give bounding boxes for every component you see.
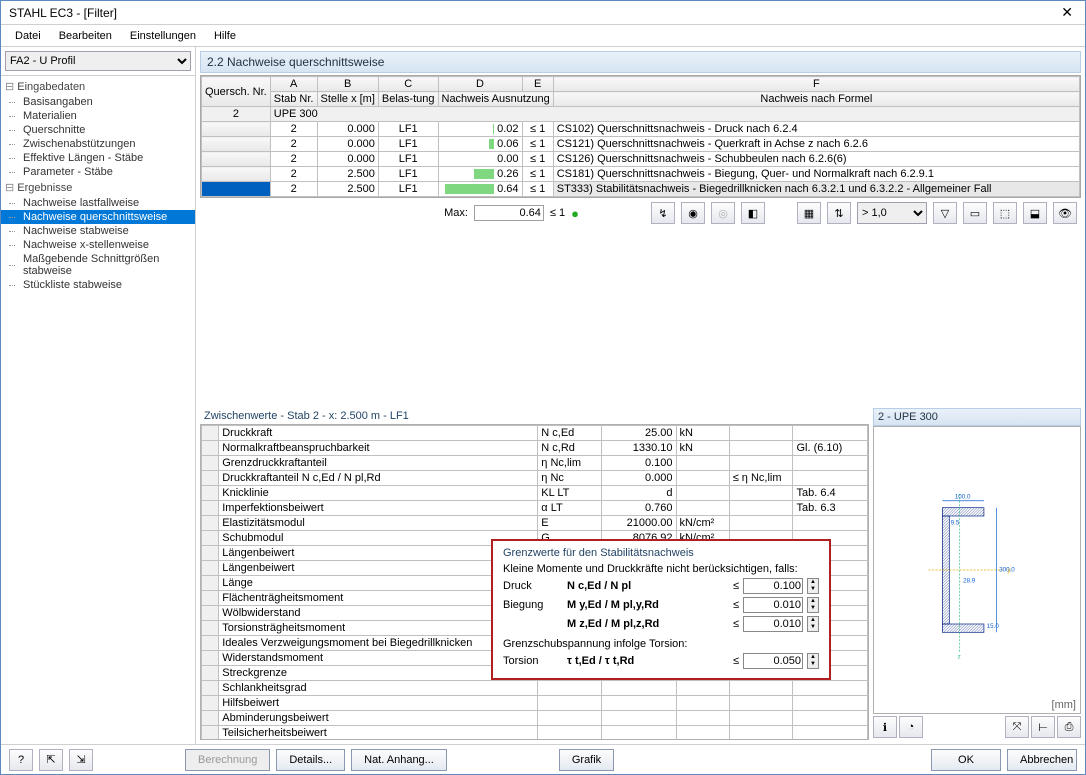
spin-down-icon[interactable]: ▼ <box>808 586 818 593</box>
ok-icon: ● <box>571 206 579 221</box>
berechnung-button[interactable]: Berechnung <box>185 749 270 771</box>
dim-icon[interactable]: ⊢ <box>1031 716 1055 738</box>
max-label: Max: <box>444 207 468 219</box>
filter-select[interactable]: > 1,0 <box>857 202 927 224</box>
overlay-input[interactable] <box>743 653 803 669</box>
zw-row: ElastizitätsmodulE21000.00kN/cm² <box>202 515 868 530</box>
overlay-subtitle: Kleine Momente und Druckkräfte nicht ber… <box>503 563 819 575</box>
svg-text:15.0: 15.0 <box>987 623 1000 630</box>
overlay-input[interactable] <box>743 578 803 594</box>
tool-view1-icon[interactable]: ◉ <box>681 202 705 224</box>
svg-text:100.0: 100.0 <box>955 493 971 500</box>
preview-header: 2 - UPE 300 <box>873 408 1081 426</box>
spin-up-icon[interactable]: ▲ <box>808 654 818 661</box>
nav-item[interactable]: Basisangaben <box>1 95 195 109</box>
nat-anhang-button[interactable]: Nat. Anhang... <box>351 749 447 771</box>
zw-row: Imperfektionsbeiwertα LT0.760Tab. 6.3 <box>202 500 868 515</box>
zw-row: Grenzdruckkraftanteilη Nc,lim0.100 <box>202 455 868 470</box>
tool-layer1-icon[interactable]: ⬚ <box>993 202 1017 224</box>
svg-text:28.9: 28.9 <box>963 577 976 584</box>
tool-goto-icon[interactable]: ↯ <box>651 202 675 224</box>
nav-item[interactable]: Querschnitte <box>1 123 195 137</box>
nav-item[interactable]: Zwischenabstützungen <box>1 137 195 151</box>
nav-item[interactable]: Nachweise lastfallweise <box>1 196 195 210</box>
svg-text:9.5: 9.5 <box>951 519 960 526</box>
table-row[interactable]: 20.000LF1 0.00≤ 1CS126) Querschnittsnach… <box>202 152 1080 167</box>
nav-item[interactable]: Maßgebende Schnittgrößen stabweise <box>1 252 195 278</box>
export2-icon[interactable]: ⇲ <box>69 749 93 771</box>
menu-hilfe[interactable]: Hilfe <box>206 28 244 44</box>
axes-icon[interactable]: ⤧ <box>1005 716 1029 738</box>
tool-filter-icon[interactable]: ▽ <box>933 202 957 224</box>
menu-datei[interactable]: Datei <box>7 28 49 44</box>
material-icon[interactable]: ◔ <box>899 716 923 738</box>
max-value[interactable] <box>474 205 544 221</box>
nav-item[interactable]: Nachweise stabweise <box>1 224 195 238</box>
profile-select[interactable]: FA2 - U Profil <box>5 51 191 71</box>
spin-up-icon[interactable]: ▲ <box>808 617 818 624</box>
info-icon[interactable]: ℹ <box>873 716 897 738</box>
zw-row: Schlankheitsgrad <box>202 680 868 695</box>
preview-unit: [mm] <box>1052 699 1076 711</box>
zw-row: Teilsicherheitsbeiwert <box>202 725 868 740</box>
overlay-row: M z,Ed / M pl,z,Rd≤▲▼ <box>503 616 819 632</box>
nav-group[interactable]: Eingabedaten <box>1 78 195 95</box>
zw-row: Druckkraftanteil N c,Ed / N pl,Rdη Nc0.0… <box>202 470 868 485</box>
zw-row: NormalkraftbeanspruchbarkeitN c,Rd1330.1… <box>202 440 868 455</box>
results-grid[interactable]: Quersch. Nr.ABCDEFStab Nr.Stelle x [m]Be… <box>200 75 1081 198</box>
overlay-row: DruckN c,Ed / N pl≤▲▼ <box>503 578 819 594</box>
tool-color-icon[interactable]: ◧ <box>741 202 765 224</box>
svg-text:300.0: 300.0 <box>999 566 1015 573</box>
tool-layer2-icon[interactable]: ⬓ <box>1023 202 1047 224</box>
overlay-row: Torsionτ t,Ed / τ t,Rd≤▲▼ <box>503 653 819 669</box>
spin-down-icon[interactable]: ▼ <box>808 661 818 668</box>
svg-text:z: z <box>958 653 961 659</box>
tool-table-icon[interactable]: ▦ <box>797 202 821 224</box>
preview-canvas: y z 100.0 300.0 9.5 15.0 28.9 [mm] <box>873 426 1081 715</box>
spin-down-icon[interactable]: ▼ <box>808 605 818 612</box>
spin-up-icon[interactable]: ▲ <box>808 598 818 605</box>
table-row[interactable]: 22.500LF1 0.26≤ 1CS181) Querschnittsnach… <box>202 167 1080 182</box>
nav-item[interactable]: Stückliste stabweise <box>1 278 195 292</box>
details-button[interactable]: Details... <box>276 749 345 771</box>
help-icon[interactable]: ? <box>9 749 33 771</box>
max-cmp: ≤ 1 <box>550 207 565 219</box>
nav-item[interactable]: Materialien <box>1 109 195 123</box>
overlay-title: Grenzwerte für den Stabilitätsnachweis <box>503 547 819 559</box>
section-header: 2.2 Nachweise querschnittsweise <box>200 51 1081 73</box>
print-icon[interactable]: ⎙ <box>1057 716 1081 738</box>
overlay-subtitle2: Grenzschubspannung infolge Torsion: <box>503 638 819 650</box>
zw-row: DruckkraftN c,Ed25.00kN <box>202 425 868 440</box>
close-icon[interactable]: ✕ <box>1057 4 1077 21</box>
nav-item[interactable]: Nachweise querschnittsweise <box>1 210 195 224</box>
tool-view2-icon[interactable]: ◎ <box>711 202 735 224</box>
table-row[interactable]: 22.500LF1 0.64≤ 1ST333) Stabilitätsnachw… <box>202 182 1080 197</box>
menu-bearbeiten[interactable]: Bearbeiten <box>51 28 120 44</box>
export1-icon[interactable]: ⇱ <box>39 749 63 771</box>
ok-button[interactable]: OK <box>931 749 1001 771</box>
spin-down-icon[interactable]: ▼ <box>808 624 818 631</box>
tool-pick-icon[interactable]: ▭ <box>963 202 987 224</box>
overlay-input[interactable] <box>743 616 803 632</box>
table-row[interactable]: 20.000LF1 0.02≤ 1CS102) Querschnittsnach… <box>202 122 1080 137</box>
zw-header: Zwischenwerte - Stab 2 - x: 2.500 m - LF… <box>200 408 869 424</box>
zw-row: Abminderungsbeiwert <box>202 710 868 725</box>
window-title: STAHL EC3 - [Filter] <box>9 6 1057 20</box>
menu-einstellungen[interactable]: Einstellungen <box>122 28 204 44</box>
grafik-button[interactable]: Grafik <box>559 749 614 771</box>
overlay-input[interactable] <box>743 597 803 613</box>
table-row[interactable]: 20.000LF1 0.06≤ 1CS121) Querschnittsnach… <box>202 137 1080 152</box>
spin-up-icon[interactable]: ▲ <box>808 579 818 586</box>
cancel-button[interactable]: Abbrechen <box>1007 749 1077 771</box>
nav-item[interactable]: Effektive Längen - Stäbe <box>1 151 195 165</box>
tool-eye-icon[interactable]: 👁 <box>1053 202 1077 224</box>
zw-row: Hilfsbeiwert <box>202 695 868 710</box>
nav-item[interactable]: Nachweise x-stellenweise <box>1 238 195 252</box>
overlay-row: BiegungM y,Ed / M pl,y,Rd≤▲▼ <box>503 597 819 613</box>
nav-item[interactable]: Parameter - Stäbe <box>1 165 195 179</box>
menubar: Datei Bearbeiten Einstellungen Hilfe <box>1 25 1085 47</box>
nav-group[interactable]: Ergebnisse <box>1 179 195 196</box>
zw-row: KnicklinieKL LTdTab. 6.4 <box>202 485 868 500</box>
tool-sort-icon[interactable]: ⇅ <box>827 202 851 224</box>
